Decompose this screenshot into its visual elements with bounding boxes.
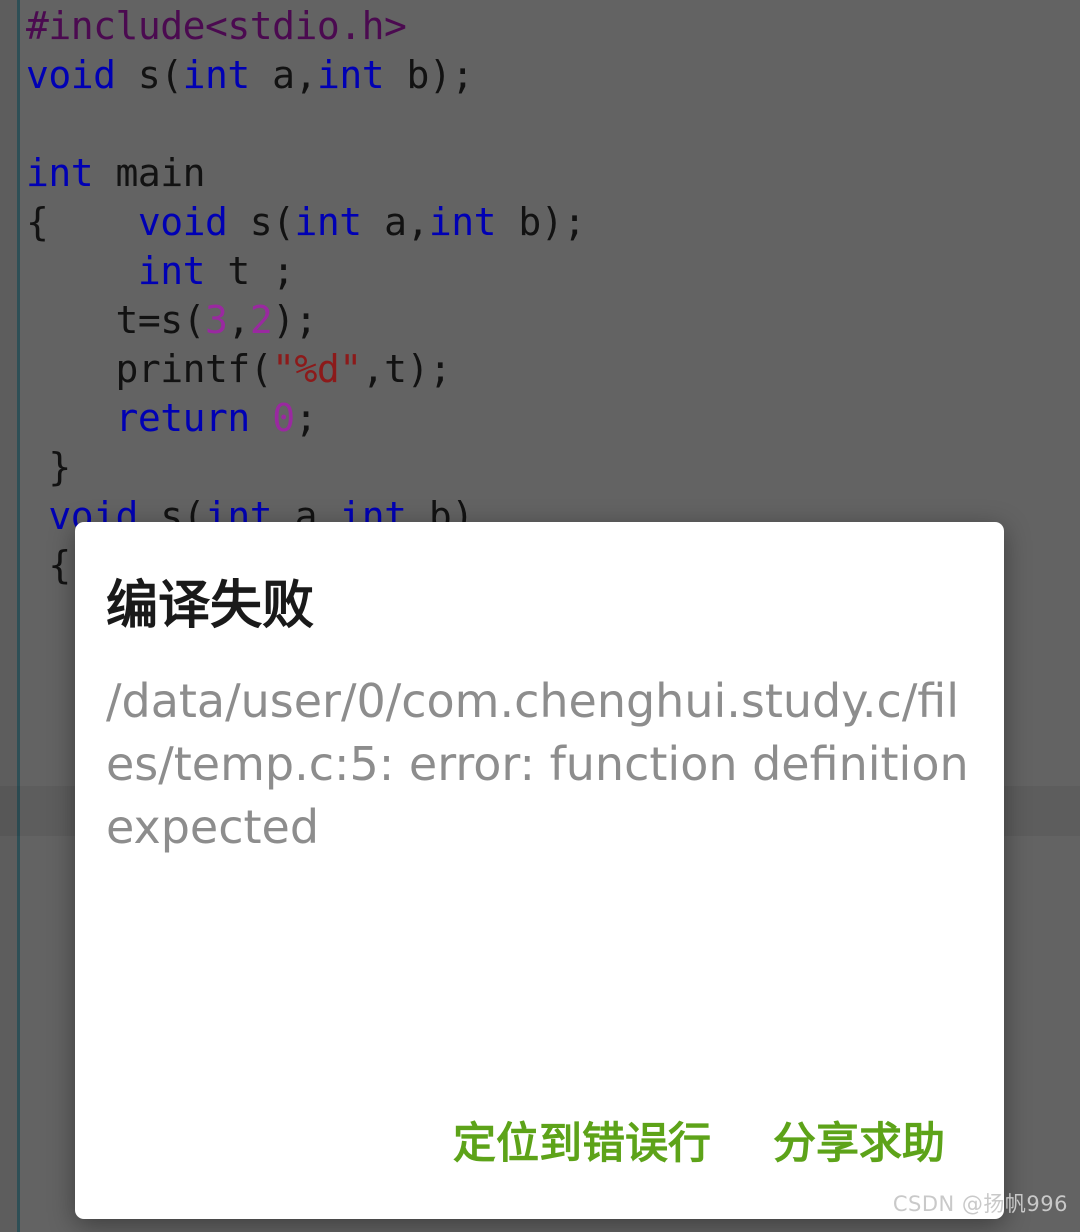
dialog-action-bar: 定位到错误行 分享求助 xyxy=(75,1119,1004,1219)
dialog-message: /data/user/0/com.chenghui.study.c/files/… xyxy=(106,674,969,855)
share-for-help-button[interactable]: 分享求助 xyxy=(771,1119,947,1170)
dialog-scrim[interactable]: 编译失败 /data/user/0/com.chenghui.study.c/f… xyxy=(0,0,1080,1232)
app-screen: #include<stdio.h> void s(int a,int b); i… xyxy=(0,0,1080,1232)
locate-error-line-button[interactable]: 定位到错误行 xyxy=(451,1119,713,1170)
compile-failed-dialog: 编译失败 /data/user/0/com.chenghui.study.c/f… xyxy=(75,522,1004,1219)
dialog-title: 编译失败 xyxy=(106,576,315,636)
